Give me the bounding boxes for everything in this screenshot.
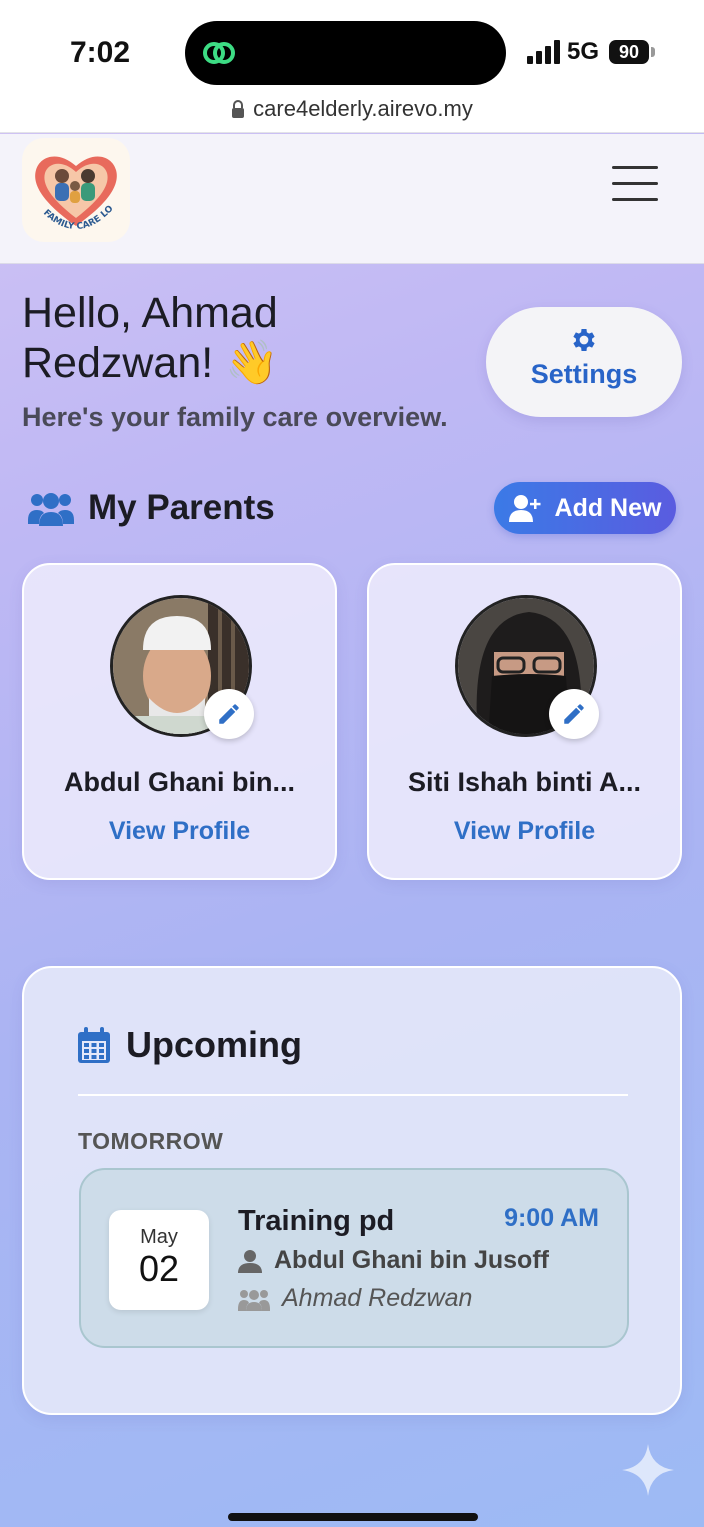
event-item[interactable]: May 02 Training pd 9:00 AM Abdul Ghani b… xyxy=(79,1168,629,1348)
view-profile-link[interactable]: View Profile xyxy=(24,817,335,846)
link-rings-icon xyxy=(203,42,235,64)
upcoming-card: Upcoming TOMORROW May 02 Training pd 9:0… xyxy=(22,966,682,1415)
parent-name: Siti Ishah binti A... xyxy=(407,767,641,797)
battery-icon: 90 xyxy=(609,40,649,64)
event-day: 02 xyxy=(138,1248,180,1289)
parent-name: Abdul Ghani bin... xyxy=(64,767,295,797)
event-title: Training pd xyxy=(238,1205,395,1237)
user-icon xyxy=(238,1249,262,1273)
sparkle-icon[interactable] xyxy=(622,1444,674,1496)
event-time: 9:00 AM xyxy=(504,1204,599,1232)
parent-card[interactable]: Abdul Ghani bin... View Profile xyxy=(22,563,337,880)
browser-url-bar[interactable]: care4elderly.airevo.my xyxy=(0,90,704,133)
user-plus-icon xyxy=(508,495,541,522)
greeting-subtitle: Here's your family care overview. xyxy=(22,402,448,432)
calendar-icon xyxy=(78,1027,110,1063)
status-bar: 7:02 5G 90 xyxy=(0,0,704,90)
settings-button[interactable]: Settings xyxy=(486,307,682,417)
logo-image: FAMILY CARE LOVE xyxy=(22,138,117,232)
home-indicator xyxy=(228,1513,478,1521)
day-label: TOMORROW xyxy=(78,1128,224,1154)
family-care-logo[interactable]: FAMILY CARE LOVE xyxy=(22,138,130,242)
users-icon xyxy=(28,493,74,526)
edit-avatar-button[interactable] xyxy=(549,689,599,739)
battery-tip xyxy=(651,47,655,57)
pencil-icon xyxy=(564,704,584,724)
greeting-heading: Hello, Ahmad Redzwan! 👋 xyxy=(22,288,462,388)
settings-label: Settings xyxy=(530,359,638,389)
upcoming-header: Upcoming xyxy=(78,1024,302,1066)
lock-icon xyxy=(232,100,245,118)
event-date: May 02 xyxy=(109,1210,209,1310)
divider xyxy=(78,1094,628,1096)
pencil-icon xyxy=(219,704,239,724)
hamburger-icon xyxy=(612,166,658,169)
event-person: Abdul Ghani bin Jusoff xyxy=(274,1246,549,1274)
parents-section-title: My Parents xyxy=(88,488,275,527)
url-text: care4elderly.airevo.my xyxy=(253,96,473,121)
view-profile-link[interactable]: View Profile xyxy=(369,817,680,846)
event-person-row: Abdul Ghani bin Jusoff xyxy=(238,1246,549,1275)
signal-icon xyxy=(527,40,560,64)
network-type: 5G xyxy=(567,38,600,65)
edit-avatar-button[interactable] xyxy=(204,689,254,739)
app-header: FAMILY CARE LOVE xyxy=(0,134,704,264)
battery-level: 90 xyxy=(618,42,640,62)
add-parent-label: Add New xyxy=(554,493,662,522)
add-parent-button[interactable]: Add New xyxy=(494,482,676,534)
event-family-row: Ahmad Redzwan xyxy=(238,1284,472,1313)
dynamic-island xyxy=(185,21,506,85)
gear-icon xyxy=(573,329,595,351)
parent-card[interactable]: Siti Ishah binti A... View Profile xyxy=(367,563,682,880)
family-icon xyxy=(238,1289,270,1311)
event-family: Ahmad Redzwan xyxy=(282,1284,473,1312)
event-month: May xyxy=(140,1226,178,1248)
upcoming-title: Upcoming xyxy=(126,1024,302,1065)
hamburger-menu-button[interactable] xyxy=(612,166,658,202)
greeting-line2: Redzwan! 👋 xyxy=(22,339,279,387)
greeting-line1: Hello, Ahmad xyxy=(22,289,278,337)
parents-section-header: My Parents xyxy=(28,488,275,528)
status-time: 7:02 xyxy=(70,36,131,69)
